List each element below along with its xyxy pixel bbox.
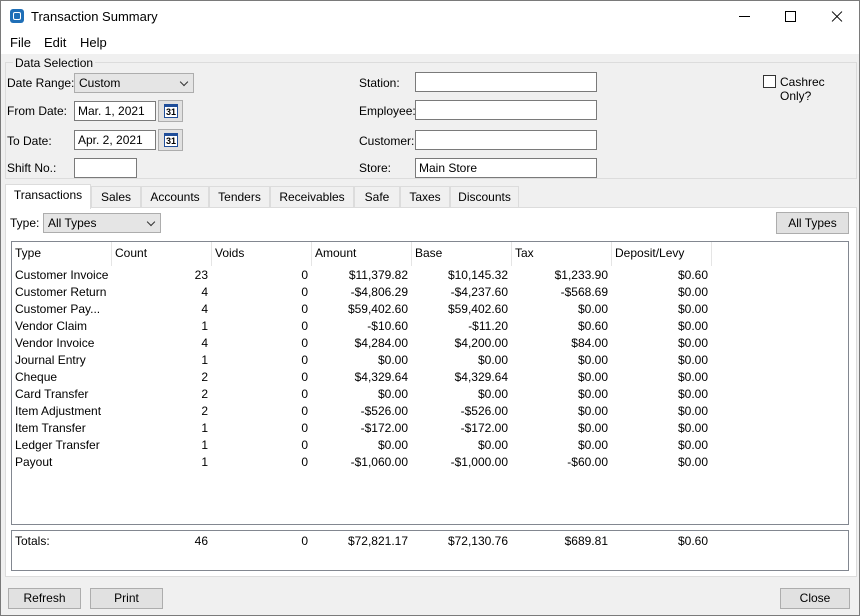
table-row[interactable]: Ledger Transfer 1 0 $0.00 $0.00 $0.00 $0.00 (12, 436, 712, 453)
column-header-amount[interactable]: Amount (312, 242, 412, 266)
station-field[interactable] (415, 72, 597, 92)
minimize-button[interactable] (721, 1, 767, 32)
totals-deposit-levy: $0.60 (677, 534, 708, 548)
table-row[interactable]: Customer Return 4 0 -$4,806.29 -$4,237.60 -$5… (12, 283, 712, 300)
shift-no-label: Shift No.: (7, 161, 57, 175)
column-header-base[interactable]: Base (412, 242, 512, 266)
column-header-deposit-levy[interactable]: Deposit/Levy (612, 242, 712, 266)
tab-transactions[interactable]: Transactions (5, 184, 91, 209)
close-button[interactable]: Close (780, 588, 850, 609)
to-date-calendar-button[interactable]: 31 (158, 129, 183, 151)
tab-safe[interactable]: Safe (354, 186, 400, 208)
totals-voids: 0 (301, 534, 308, 548)
menu-file[interactable]: File (10, 35, 31, 50)
shift-no-field[interactable] (74, 158, 137, 178)
menu-edit[interactable]: Edit (44, 35, 66, 50)
store-label: Store: (359, 161, 392, 175)
from-date-calendar-button[interactable]: 31 (158, 100, 183, 122)
calendar-icon: 31 (164, 133, 178, 147)
station-label: Station: (359, 76, 400, 90)
table-row[interactable]: Item Adjustment 2 0 -$526.00 -$526.00 $0.00 $0… (12, 402, 712, 419)
cashrec-only-label: Cashrec Only? (780, 75, 825, 103)
customer-field[interactable] (415, 130, 597, 150)
totals-label: Totals: (15, 534, 50, 548)
store-field[interactable]: Main Store (415, 158, 597, 178)
calendar-icon: 31 (164, 104, 178, 118)
type-filter-label: Type: (10, 216, 40, 230)
cashrec-only-checkbox[interactable] (763, 75, 776, 88)
chevron-down-icon (179, 77, 189, 87)
table-row[interactable]: Customer Pay... 4 0 $59,402.60 $59,402.60 $0.… (12, 300, 712, 317)
maximize-button[interactable] (767, 1, 813, 32)
to-date-field[interactable]: Apr. 2, 2021 (74, 130, 156, 150)
app-icon (10, 9, 24, 23)
table-row[interactable]: Card Transfer 2 0 $0.00 $0.00 $0.00 $0.00 (12, 385, 712, 402)
table-row[interactable]: Vendor Claim 1 0 -$10.60 -$11.20 $0.60 $0.00 (12, 317, 712, 334)
date-range-select[interactable]: Custom (74, 73, 194, 93)
all-types-button[interactable]: All Types (776, 212, 849, 234)
table-row[interactable]: Cheque 2 0 $4,329.64 $4,329.64 $0.00 $0.00 (12, 368, 712, 385)
table-row[interactable]: Customer Invoice 23 0 $11,379.82 $10,145.32 $… (12, 266, 712, 283)
transaction-summary-window: Transaction Summary File Edit Help Data … (0, 0, 860, 616)
table-row[interactable]: Item Transfer 1 0 -$172.00 -$172.00 $0.00 $0.0… (12, 419, 712, 436)
menu-help[interactable]: Help (80, 35, 107, 50)
from-date-label: From Date: (7, 104, 68, 118)
column-header-tax[interactable]: Tax (512, 242, 612, 266)
table-cell: 1 (201, 455, 208, 469)
totals-bar: Totals: 46 0 $72,821.17 $72,130.76 $689.… (11, 530, 849, 571)
table-cell: $0.00 (677, 455, 708, 469)
type-filter-value: All Types (48, 216, 97, 230)
to-date-label: To Date: (7, 134, 52, 148)
transactions-grid[interactable]: Type Count Voids Amount Base Tax Deposit… (11, 241, 849, 525)
tab-sales[interactable]: Sales (91, 186, 141, 208)
totals-tax: $689.81 (564, 534, 608, 548)
table-row[interactable]: Payout 1 0 -$1,060.00 -$1,000.00 -$60.00 $0.00 (12, 453, 712, 470)
table-row[interactable]: Journal Entry 1 0 $0.00 $0.00 $0.00 $0.00 (12, 351, 712, 368)
data-selection-title: Data Selection (13, 56, 96, 70)
table-cell: Payout (15, 455, 53, 469)
window-close-button[interactable] (813, 1, 859, 32)
menu-bar: File Edit Help (1, 32, 859, 54)
column-header-voids[interactable]: Voids (212, 242, 312, 266)
table-cell: -$1,060.00 (350, 455, 408, 469)
title-bar[interactable]: Transaction Summary (1, 1, 859, 32)
totals-base: $72,130.76 (447, 534, 508, 548)
employee-label: Employee: (359, 104, 416, 118)
tab-discounts[interactable]: Discounts (450, 186, 519, 208)
tab-tenders[interactable]: Tenders (209, 186, 270, 208)
totals-amount: $72,821.17 (347, 534, 408, 548)
table-cell: -$1,000.00 (450, 455, 508, 469)
print-button[interactable]: Print (90, 588, 163, 609)
customer-label: Customer: (359, 134, 415, 148)
window-title: Transaction Summary (31, 9, 158, 24)
table-row[interactable]: Vendor Invoice 4 0 $4,284.00 $4,200.00 $84.00… (12, 334, 712, 351)
employee-field[interactable] (415, 100, 597, 120)
type-filter-select[interactable]: All Types (43, 213, 161, 233)
date-range-value: Custom (79, 76, 121, 90)
refresh-button[interactable]: Refresh (8, 588, 81, 609)
from-date-field[interactable]: Mar. 1, 2021 (74, 101, 156, 121)
tab-receivables[interactable]: Receivables (270, 186, 354, 208)
column-header-count[interactable]: Count (112, 242, 212, 266)
tab-accounts[interactable]: Accounts (141, 186, 209, 208)
table-cell: 0 (301, 455, 308, 469)
date-range-label: Date Range: (7, 76, 75, 90)
totals-count: 46 (194, 534, 208, 548)
chevron-down-icon (146, 217, 156, 227)
column-header-type[interactable]: Type (12, 242, 112, 266)
tab-taxes[interactable]: Taxes (400, 186, 450, 208)
table-cell: -$60.00 (567, 455, 608, 469)
